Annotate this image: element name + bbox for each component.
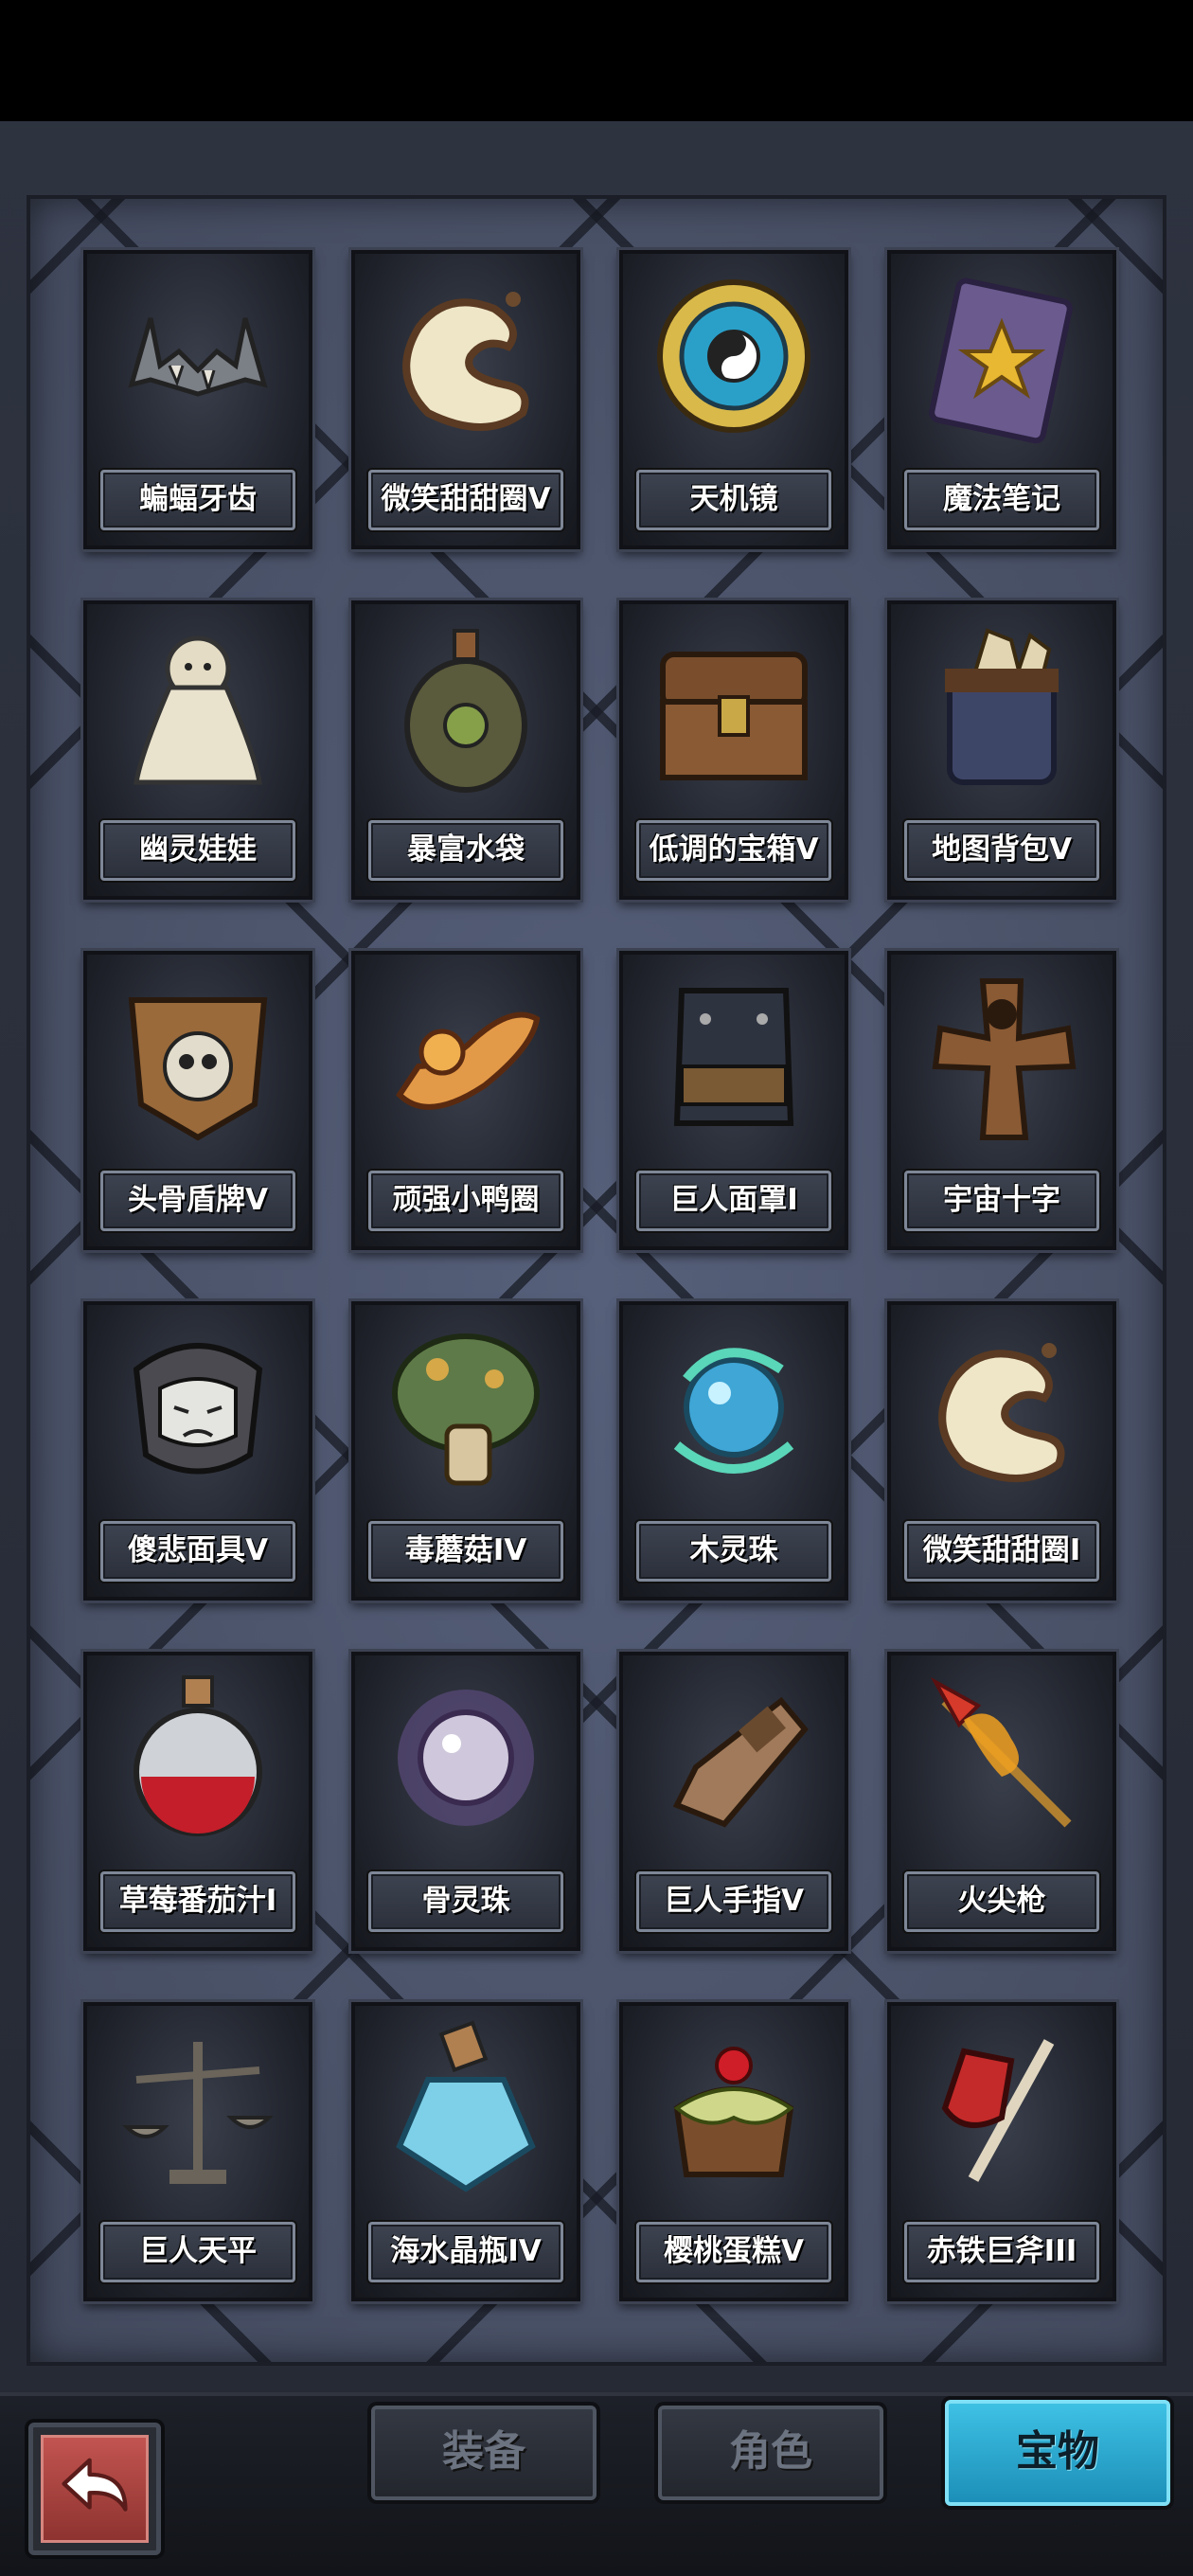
- treasure-card[interactable]: 毒蘑菇IV: [351, 1301, 580, 1601]
- treasure-card[interactable]: 火尖枪: [887, 1652, 1116, 1951]
- giant-mask-icon: [638, 962, 829, 1152]
- treasure-name-label: 蝙蝠牙齿: [100, 470, 295, 530]
- treasure-name-label: 顽强小鸭圈: [368, 1171, 563, 1231]
- treasure-card[interactable]: 傻悲面具V: [83, 1301, 312, 1601]
- treasure-name-label: 天机镜: [636, 470, 831, 530]
- treasure-name-label: 地图背包V: [904, 820, 1099, 881]
- cherry-cake-icon: [638, 2013, 829, 2203]
- treasure-name-label: 暴富水袋: [368, 820, 563, 881]
- treasure-name-label: 巨人天平: [100, 2222, 295, 2282]
- bottom-nav-bar: 装备 角色 宝物: [0, 2392, 1193, 2576]
- treasure-name-label: 头骨盾牌V: [100, 1171, 295, 1231]
- tab-character[interactable]: 角色: [658, 2406, 883, 2500]
- treasure-card[interactable]: 蝙蝠牙齿: [83, 250, 312, 549]
- treasure-name-label: 火尖枪: [904, 1871, 1099, 1932]
- treasure-card[interactable]: 地图背包V: [887, 600, 1116, 900]
- treasure-name-label: 微笑甜甜圈V: [368, 470, 563, 530]
- treasure-card[interactable]: 低调的宝箱V: [619, 600, 848, 900]
- treasure-card[interactable]: 樱桃蛋糕V: [619, 2002, 848, 2301]
- treasure-card[interactable]: 宇宙十字: [887, 951, 1116, 1250]
- red-iron-axe-icon: [906, 2013, 1097, 2203]
- treasure-card[interactable]: 海水晶瓶IV: [351, 2002, 580, 2301]
- treasure-card[interactable]: 魔法笔记: [887, 250, 1116, 549]
- treasure-card[interactable]: 天机镜: [619, 250, 848, 549]
- treasure-card[interactable]: 巨人面罩I: [619, 951, 848, 1250]
- crystal-bottle-icon: [370, 2013, 561, 2203]
- treasure-name-label: 低调的宝箱V: [636, 820, 831, 881]
- treasure-card[interactable]: 巨人手指V: [619, 1652, 848, 1951]
- treasure-card[interactable]: 幽灵娃娃: [83, 600, 312, 900]
- treasure-name-label: 骨灵珠: [368, 1871, 563, 1932]
- treasure-name-label: 魔法笔记: [904, 470, 1099, 530]
- treasure-name-label: 草莓番茄汁I: [100, 1871, 295, 1932]
- treasure-name-label: 巨人手指V: [636, 1871, 831, 1932]
- smile-donut-icon: [370, 261, 561, 451]
- skull-shield-icon: [102, 962, 294, 1152]
- back-button[interactable]: [28, 2423, 161, 2555]
- treasure-name-label: 樱桃蛋糕V: [636, 2222, 831, 2282]
- treasure-name-label: 巨人面罩I: [636, 1171, 831, 1231]
- treasure-card[interactable]: 顽强小鸭圈: [351, 951, 580, 1250]
- treasure-name-label: 毒蘑菇IV: [368, 1521, 563, 1582]
- red-potion-icon: [102, 1663, 294, 1852]
- cosmic-cross-icon: [906, 962, 1097, 1152]
- poison-mushroom-icon: [370, 1313, 561, 1502]
- treasure-card[interactable]: 骨灵珠: [351, 1652, 580, 1951]
- treasure-name-label: 海水晶瓶IV: [368, 2222, 563, 2282]
- treasure-card[interactable]: 头骨盾牌V: [83, 951, 312, 1250]
- return-arrow-icon: [41, 2435, 149, 2543]
- treasure-name-label: 木灵珠: [636, 1521, 831, 1582]
- treasure-card[interactable]: 巨人天平: [83, 2002, 312, 2301]
- yin-yang-mirror-icon: [638, 261, 829, 451]
- tab-treasure[interactable]: 宝物: [945, 2400, 1170, 2506]
- map-backpack-icon: [906, 612, 1097, 801]
- treasure-chest-icon: [638, 612, 829, 801]
- giant-scale-icon: [102, 2013, 294, 2203]
- magic-book-icon: [906, 261, 1097, 451]
- treasure-card[interactable]: 暴富水袋: [351, 600, 580, 900]
- status-bar-area: [0, 0, 1193, 121]
- bat-fangs-icon: [102, 261, 294, 451]
- treasure-card[interactable]: 木灵珠: [619, 1301, 848, 1601]
- treasure-card[interactable]: 草莓番茄汁I: [83, 1652, 312, 1951]
- treasure-frame: 蝙蝠牙齿 微笑甜甜圈V 天机镜 魔法笔记幽灵娃娃 暴富水袋 低调的宝箱V 地图背包V 头骨盾牌…: [0, 121, 1193, 2392]
- treasure-grid-panel: 蝙蝠牙齿 微笑甜甜圈V 天机镜 魔法笔记幽灵娃娃 暴富水袋 低调的宝箱V 地图背包V 头骨盾牌…: [27, 195, 1166, 2366]
- treasure-name-label: 幽灵娃娃: [100, 820, 295, 881]
- duck-ring-icon: [370, 962, 561, 1152]
- giant-finger-icon: [638, 1663, 829, 1852]
- treasure-name-label: 傻悲面具V: [100, 1521, 295, 1582]
- treasure-name-label: 赤铁巨斧III: [904, 2222, 1099, 2282]
- treasure-card[interactable]: 赤铁巨斧III: [887, 2002, 1116, 2301]
- ghost-doll-icon: [102, 612, 294, 801]
- bone-spirit-orb-icon: [370, 1663, 561, 1852]
- treasure-name-label: 微笑甜甜圈I: [904, 1521, 1099, 1582]
- water-pouch-icon: [370, 612, 561, 801]
- fire-spear-icon: [906, 1663, 1097, 1852]
- treasure-card[interactable]: 微笑甜甜圈I: [887, 1301, 1116, 1601]
- treasure-name-label: 宇宙十字: [904, 1171, 1099, 1231]
- smile-donut-icon: [906, 1313, 1097, 1502]
- treasure-card[interactable]: 微笑甜甜圈V: [351, 250, 580, 549]
- tab-equipment[interactable]: 装备: [371, 2406, 596, 2500]
- wood-spirit-orb-icon: [638, 1313, 829, 1502]
- sad-mask-icon: [102, 1313, 294, 1502]
